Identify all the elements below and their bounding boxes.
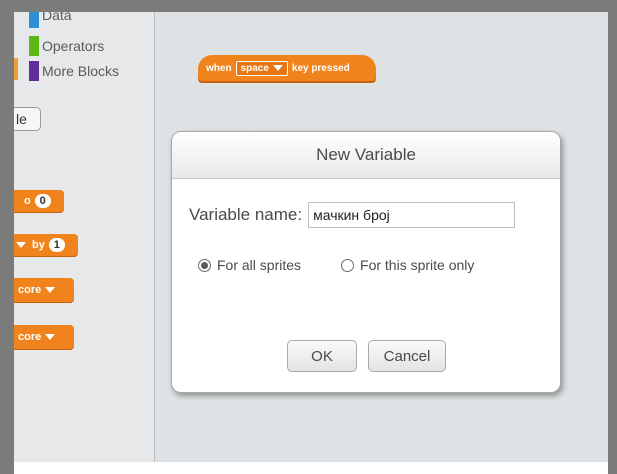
change-by-block[interactable]: by 1 — [14, 234, 78, 256]
category-color-swatch — [29, 61, 39, 81]
change-variable-block[interactable]: o 0 — [14, 190, 64, 212]
make-variable-button[interactable]: le — [14, 107, 41, 131]
key-dropdown[interactable]: space — [235, 60, 288, 76]
radio-all-sprites-label[interactable]: For all sprites — [217, 257, 301, 273]
ok-button[interactable]: OK — [287, 340, 357, 372]
category-more-blocks[interactable]: More Blocks — [29, 61, 119, 81]
category-color-swatch — [29, 12, 39, 28]
radio-this-sprite[interactable] — [341, 258, 355, 272]
scope-radio-group: For all sprites For this sprite only — [198, 257, 474, 273]
category-data[interactable]: Data — [29, 12, 72, 28]
block-fragment: core — [18, 284, 42, 296]
hide-variable-block[interactable]: core — [14, 325, 74, 349]
block-fragment: o — [24, 195, 31, 207]
button-label: le — [16, 111, 27, 127]
show-variable-block[interactable]: core — [14, 278, 74, 302]
chevron-down-icon[interactable] — [45, 334, 56, 340]
new-variable-dialog: New Variable Variable name: For all spri… — [171, 131, 561, 393]
when-key-pressed-block[interactable]: when space key pressed — [198, 55, 376, 81]
cancel-button[interactable]: Cancel — [368, 340, 446, 372]
key-dropdown-value: space — [240, 62, 269, 74]
dialog-title: New Variable — [172, 132, 560, 179]
variable-name-label: Variable name: — [189, 205, 303, 224]
block-fragment: by — [32, 239, 45, 251]
category-label: Operators — [42, 38, 105, 54]
category-label: More Blocks — [42, 63, 120, 79]
radio-selected-dot — [201, 261, 208, 269]
hat-rest-label: key pressed — [291, 62, 350, 74]
category-operators[interactable]: Operators — [29, 36, 104, 56]
chevron-down-icon — [272, 65, 283, 71]
category-label: Data — [42, 12, 72, 23]
block-fragment: core — [18, 331, 42, 343]
radio-this-sprite-label[interactable]: For this sprite only — [360, 257, 474, 273]
radio-all-sprites[interactable] — [198, 258, 211, 272]
block-number-input[interactable]: 1 — [48, 238, 65, 252]
chevron-down-icon[interactable] — [45, 287, 56, 293]
chevron-down-icon[interactable] — [16, 242, 26, 248]
hat-when-label: when — [206, 62, 232, 74]
variable-name-input[interactable] — [308, 202, 516, 228]
selected-category-accent — [14, 58, 18, 80]
category-color-swatch — [29, 36, 39, 56]
variable-name-row: Variable name: — [189, 202, 516, 228]
block-number-input[interactable]: 0 — [34, 194, 51, 208]
